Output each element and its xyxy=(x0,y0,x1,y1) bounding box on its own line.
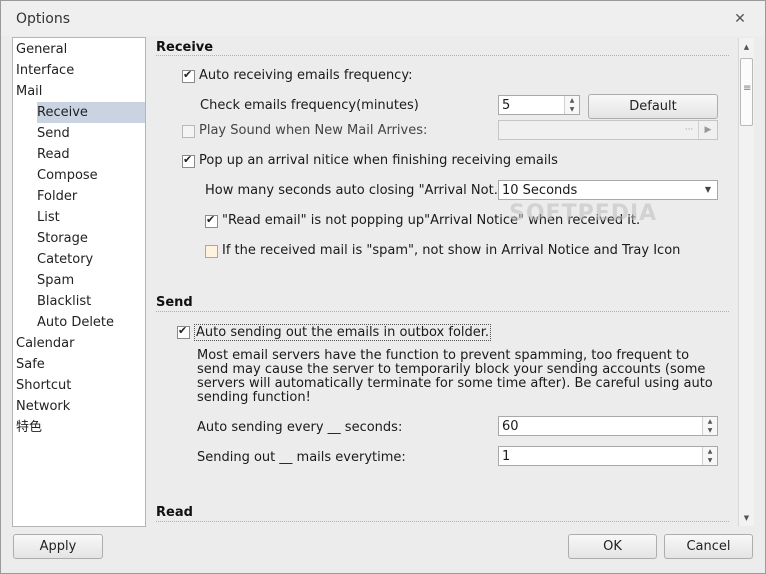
browse-icon[interactable]: ··· xyxy=(680,121,698,139)
nav-item-11[interactable]: Catetory xyxy=(37,249,93,270)
nav-item-16[interactable]: Safe xyxy=(16,354,45,375)
mails-per-time-label: Sending out __ mails everytime: xyxy=(197,450,406,465)
spinner-arrows-icon[interactable]: ▲ ▼ xyxy=(702,417,717,435)
read-email-checkbox[interactable] xyxy=(205,213,218,228)
watermark-text: SOFTPEDIA xyxy=(509,201,658,226)
spam-notice-checkbox[interactable] xyxy=(205,245,218,258)
send-section-heading: Send xyxy=(156,295,193,310)
scroll-up-icon[interactable]: ▲ xyxy=(739,40,754,55)
receive-section-heading: Receive xyxy=(156,40,214,55)
nav-item-13[interactable]: Blacklist xyxy=(37,291,91,312)
nav-item-1[interactable]: General xyxy=(16,39,67,60)
nav-item-18[interactable]: Network xyxy=(16,396,70,417)
auto-send-every-label: Auto sending every __ seconds: xyxy=(197,420,403,435)
frequency-spinbox[interactable]: 5 ▲ ▼ xyxy=(498,95,580,115)
nav-item-6[interactable]: Read xyxy=(37,144,70,165)
read-section-heading: Read xyxy=(156,505,193,520)
send-description: Most email servers have the function to … xyxy=(197,348,713,405)
nav-item-12[interactable]: Spam xyxy=(37,270,74,291)
play-icon[interactable]: ▶ xyxy=(698,121,717,139)
options-nav-tree: General Interface Mail Receive Send Read Compo… xyxy=(12,37,146,527)
nav-item-10[interactable]: Storage xyxy=(37,228,88,249)
nav-item-7[interactable]: Compose xyxy=(37,165,98,186)
play-sound-label: Play Sound when New Mail Arrives: xyxy=(199,123,428,138)
title-bar: Options ✕ xyxy=(1,1,765,36)
options-window: Options ✕ General Interface Mail Receive Sen… xyxy=(0,0,766,574)
auto-receive-label: Auto receiving emails frequency: xyxy=(199,68,413,83)
section-divider xyxy=(156,521,729,522)
spinner-arrows-icon[interactable]: ▲ ▼ xyxy=(564,96,579,114)
auto-send-seconds-value: 60 xyxy=(502,419,519,434)
auto-send-seconds-spinbox[interactable]: 60 ▲ ▼ xyxy=(498,416,718,436)
chevron-down-icon[interactable]: ▼ xyxy=(699,181,717,199)
section-divider xyxy=(156,311,729,312)
apply-button[interactable]: Apply xyxy=(13,534,103,559)
scroll-down-icon[interactable]: ▼ xyxy=(739,511,754,526)
frequency-label: Check emails frequency(minutes) xyxy=(200,98,419,113)
nav-item-15[interactable]: Calendar xyxy=(16,333,74,354)
spinner-arrows-icon[interactable]: ▲ ▼ xyxy=(702,447,717,465)
auto-send-checkbox[interactable] xyxy=(177,324,190,339)
auto-send-label: Auto sending out the emails in outbox fo… xyxy=(194,324,492,341)
ok-button[interactable]: OK xyxy=(568,534,657,559)
panel-scrollbar[interactable]: ▲ ▼ xyxy=(738,38,754,526)
popup-notice-label: Pop up an arrival nitice when finishing … xyxy=(199,153,558,168)
spam-notice-label: If the received mail is "spam", not show… xyxy=(222,243,681,258)
popup-notice-checkbox[interactable] xyxy=(182,153,195,168)
nav-item-4[interactable]: Receive xyxy=(37,102,145,123)
auto-close-value: 10 Seconds xyxy=(502,183,578,198)
window-title: Options xyxy=(16,11,71,27)
nav-item-5[interactable]: Send xyxy=(37,123,70,144)
frequency-value: 5 xyxy=(502,98,511,113)
close-icon[interactable]: ✕ xyxy=(733,12,747,26)
nav-item-14[interactable]: Auto Delete xyxy=(37,312,114,333)
nav-item-2[interactable]: Interface xyxy=(16,60,74,81)
default-button[interactable]: Default xyxy=(588,94,718,119)
settings-panel: Receive Auto receiving emails frequency:… xyxy=(149,37,754,527)
auto-receive-checkbox[interactable] xyxy=(182,68,195,83)
scroll-thumb[interactable] xyxy=(740,58,753,126)
section-divider xyxy=(156,55,729,56)
play-sound-checkbox[interactable] xyxy=(182,125,195,138)
sound-file-field[interactable]: ··· ▶ xyxy=(498,120,718,140)
nav-item-19[interactable]: 特色 xyxy=(16,417,42,438)
nav-item-17[interactable]: Shortcut xyxy=(16,375,71,396)
nav-item-3[interactable]: Mail xyxy=(16,81,42,102)
auto-close-label: How many seconds auto closing "Arrival N… xyxy=(205,183,507,198)
cancel-button[interactable]: Cancel xyxy=(664,534,753,559)
nav-item-9[interactable]: List xyxy=(37,207,60,228)
nav-item-8[interactable]: Folder xyxy=(37,186,77,207)
mails-per-time-spinbox[interactable]: 1 ▲ ▼ xyxy=(498,446,718,466)
auto-close-dropdown[interactable]: 10 Seconds ▼ xyxy=(498,180,718,200)
mails-per-time-value: 1 xyxy=(502,449,511,464)
